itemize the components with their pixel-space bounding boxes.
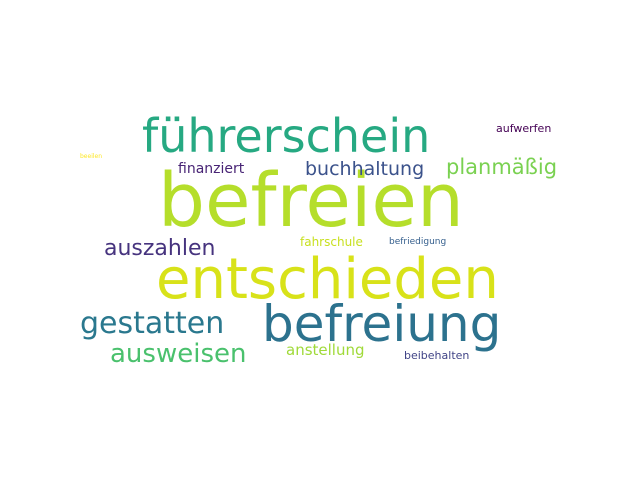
- word-cloud: befreien entschieden befreiung führersch…: [0, 0, 640, 480]
- word-aufwerfen: aufwerfen: [496, 122, 552, 135]
- word-anstellung: anstellung: [286, 341, 365, 359]
- word-ausweisen: ausweisen: [110, 339, 247, 369]
- word-beeilen: beeilen: [80, 153, 103, 160]
- word-beibehalten: beibehalten: [404, 349, 470, 362]
- word-fuehrerschein: führerschein: [142, 109, 431, 163]
- word-gestatten: gestatten: [80, 306, 225, 341]
- word-buchhaltung: buchhaltung: [305, 158, 425, 180]
- word-finanziert: finanziert: [178, 161, 245, 177]
- word-auszahlen: auszahlen: [104, 236, 216, 261]
- word-fahrschule: fahrschule: [300, 235, 363, 249]
- word-befriedigung: befriedigung: [389, 237, 447, 247]
- word-planmaessig: planmäßig: [446, 155, 558, 179]
